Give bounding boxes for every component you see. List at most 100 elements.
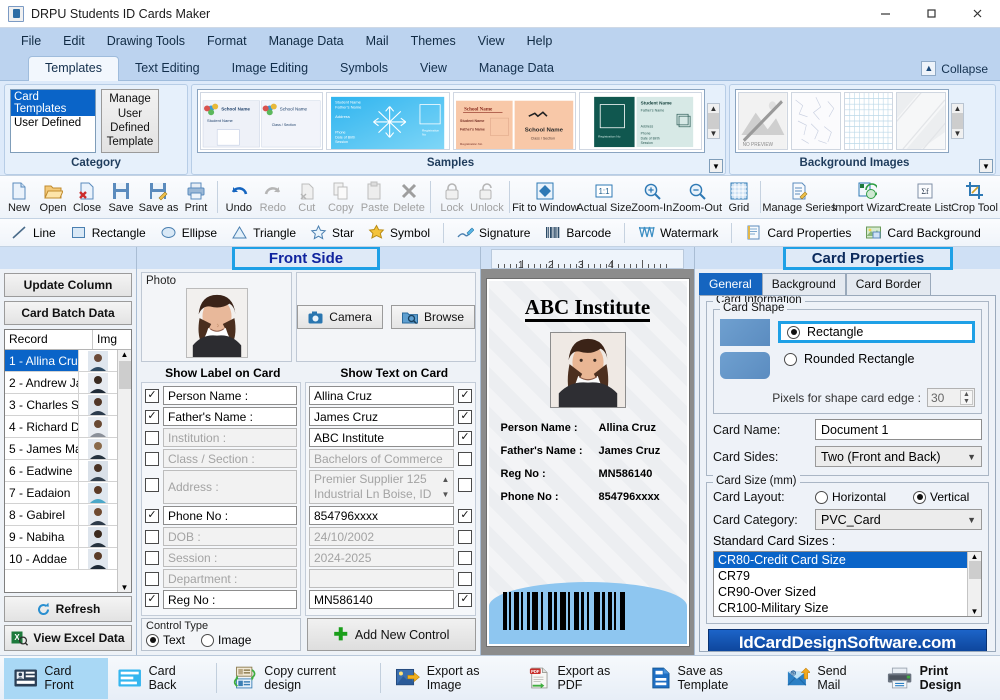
label-input-address[interactable]: Address : <box>163 470 297 504</box>
label-input-person-name[interactable]: Person Name : <box>163 386 297 405</box>
card-row-reg-no[interactable]: Reg No : MN586140 <box>501 468 675 480</box>
menu-mail[interactable]: Mail <box>355 30 400 52</box>
label-input-phone-no[interactable]: Phone No : <box>163 506 297 525</box>
label-input-department[interactable]: Department : <box>163 569 297 588</box>
menu-file[interactable]: File <box>10 30 52 52</box>
tab-manage-data[interactable]: Manage Data <box>463 57 570 80</box>
table-row[interactable]: 4 - Richard Do <box>5 416 117 438</box>
card-row-fathers-name[interactable]: Father's Name : James Cruz <box>501 445 675 457</box>
text-checkbox-person-name[interactable]: ✓ <box>458 388 472 403</box>
draw-line-button[interactable]: Line <box>4 222 63 243</box>
card-sides-select[interactable]: Two (Front and Back) ▼ <box>815 446 982 467</box>
toolbar-delete-button[interactable]: Delete <box>392 179 426 216</box>
draw-star-button[interactable]: Star <box>303 222 361 243</box>
label-input-session[interactable]: Session : <box>163 548 297 567</box>
text-input-session[interactable]: 2024-2025 <box>309 548 454 567</box>
tab-symbols[interactable]: Symbols <box>324 57 404 80</box>
draw-ellipse-button[interactable]: Ellipse <box>153 222 224 243</box>
toolbar-open-button[interactable]: Open <box>36 179 70 216</box>
draw-watermark-button[interactable]: Watermark <box>631 222 725 243</box>
tab-card-border[interactable]: Card Border <box>845 273 932 295</box>
card-batch-data-button[interactable]: Card Batch Data <box>4 301 132 325</box>
text-checkbox-fathers-name[interactable]: ✓ <box>458 409 472 424</box>
text-input-person-name[interactable]: Allina Cruz <box>309 386 454 405</box>
table-row[interactable]: 3 - Charles Sm <box>5 394 117 416</box>
records-scroll-thumb[interactable] <box>118 361 131 389</box>
samples-more-button[interactable]: ▼ <box>709 159 723 173</box>
card-row-phone-no[interactable]: Phone No : 854796xxxx <box>501 491 675 503</box>
save-as-template-button[interactable]: Save as Template <box>641 658 777 699</box>
bg-scroll-thumb[interactable] <box>952 113 963 129</box>
table-row[interactable]: 6 - Eadwine <box>5 460 117 482</box>
samples-gallery[interactable]: School Name Student Name School Name Cla… <box>197 89 705 153</box>
toolbar-create-list-button[interactable]: Σf Create List <box>898 179 952 216</box>
rectangle-shape-preview[interactable] <box>720 319 770 346</box>
label-checkbox-fathers-name[interactable]: ✓ <box>145 409 159 424</box>
close-button[interactable] <box>954 0 1000 28</box>
refresh-button[interactable]: Refresh <box>4 596 132 622</box>
tab-text-editing[interactable]: Text Editing <box>119 57 216 80</box>
pixels-edge-stepper[interactable]: 30 ▲ ▼ <box>927 388 975 407</box>
sample-template-4[interactable]: Registration No Student Name Father's Na… <box>578 92 702 150</box>
toolbar-save-button[interactable]: Save <box>104 179 138 216</box>
text-checkbox-department[interactable] <box>458 571 472 586</box>
standard-size-cr90[interactable]: CR90-Over Sized <box>714 584 967 600</box>
toolbar-import-wizard-button[interactable]: Import Wizard <box>832 179 901 216</box>
draw-barcode-button[interactable]: Barcode <box>537 222 618 243</box>
samples-scroll-up-icon[interactable]: ▲ <box>710 104 718 113</box>
text-checkbox-reg-no[interactable]: ✓ <box>458 592 472 607</box>
label-checkbox-institution[interactable] <box>145 430 159 445</box>
sample-template-2[interactable]: Student Name Father's Name Address Phone… <box>326 92 450 150</box>
sizes-scroll-up-icon[interactable]: ▲ <box>971 552 979 561</box>
layout-option-horizontal[interactable]: Horizontal <box>815 490 907 504</box>
text-checkbox-address[interactable] <box>458 478 472 492</box>
label-checkbox-reg-no[interactable]: ✓ <box>145 592 159 607</box>
label-input-institution[interactable]: Institution : <box>163 428 297 447</box>
address-scroll-arrows[interactable]: ▲ ▼ <box>439 472 452 502</box>
tab-general[interactable]: General <box>699 273 762 295</box>
toolbar-unlock-button[interactable]: Unlock <box>469 179 505 216</box>
maximize-button[interactable] <box>908 0 954 28</box>
card-photo[interactable] <box>549 331 626 408</box>
text-input-phone-no[interactable]: 854796xxxx <box>309 506 454 525</box>
menu-view[interactable]: View <box>467 30 516 52</box>
sample-template-3[interactable]: School Name Student Name Father's Name R… <box>452 92 576 150</box>
table-row[interactable]: 8 - Gabirel <box>5 504 117 526</box>
layout-option-vertical[interactable]: Vertical <box>913 490 969 504</box>
text-input-institution[interactable]: ABC Institute <box>309 428 454 447</box>
sizes-scroll-thumb[interactable] <box>968 561 981 579</box>
label-checkbox-class-section[interactable] <box>145 451 159 466</box>
table-row[interactable]: 2 - Andrew Jas <box>5 372 117 394</box>
label-checkbox-department[interactable] <box>145 571 159 586</box>
toolbar-crop-tool-button[interactable]: Crop Tool <box>951 179 998 216</box>
text-checkbox-session[interactable] <box>458 550 472 565</box>
background-thumb-4[interactable] <box>890 90 948 152</box>
text-checkbox-institution[interactable]: ✓ <box>458 430 472 445</box>
bg-scroll-up-icon[interactable]: ▲ <box>954 104 962 113</box>
menu-help[interactable]: Help <box>516 30 564 52</box>
text-input-class-section[interactable]: Bachelors of Commerce <box>309 449 454 468</box>
text-input-reg-no[interactable]: MN586140 <box>309 590 454 609</box>
rounded-rectangle-shape-preview[interactable] <box>720 352 770 379</box>
standard-card-sizes-list[interactable]: CR80-Credit Card Size CR79 CR90-Over Siz… <box>713 551 982 617</box>
table-row[interactable]: 5 - James Mart <box>5 438 117 460</box>
category-item-card-templates[interactable]: Card Templates <box>11 90 95 116</box>
standard-size-cr100[interactable]: CR100-Military Size <box>714 600 967 616</box>
label-input-reg-no[interactable]: Reg No : <box>163 590 297 609</box>
minimize-button[interactable] <box>862 0 908 28</box>
card-barcode[interactable] <box>502 591 673 630</box>
category-item-user-defined[interactable]: User Defined <box>11 116 95 130</box>
send-mail-button[interactable]: @ Send Mail <box>777 658 877 699</box>
draw-rectangle-button[interactable]: Rectangle <box>63 222 153 243</box>
toolbar-redo-button[interactable]: Redo <box>256 179 290 216</box>
tab-image-editing[interactable]: Image Editing <box>216 57 324 80</box>
records-scroll-up-icon[interactable]: ▲ <box>121 350 129 359</box>
text-input-department[interactable] <box>309 569 454 588</box>
label-input-dob[interactable]: DOB : <box>163 527 297 546</box>
sizes-scroll-down-icon[interactable]: ▼ <box>971 607 979 616</box>
menu-drawing-tools[interactable]: Drawing Tools <box>96 30 196 52</box>
export-as-pdf-button[interactable]: PDF Export as PDF <box>519 658 641 699</box>
toolbar-actual-size-button[interactable]: 1:1 Actual Size <box>576 179 631 216</box>
copy-current-design-button[interactable]: Copy current design <box>222 658 375 699</box>
control-type-text-radio[interactable]: Text <box>146 633 185 647</box>
